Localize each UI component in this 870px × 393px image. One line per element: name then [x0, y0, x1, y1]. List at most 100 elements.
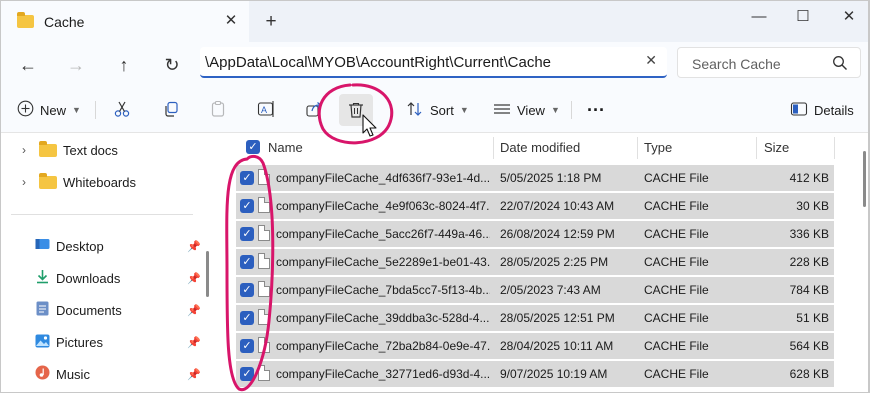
file-row[interactable]: ✓ companyFileCache_32771ed6-d93d-4... 9/…: [236, 361, 834, 387]
file-list-scrollbar[interactable]: [863, 151, 866, 207]
rename-icon: A: [257, 100, 277, 121]
file-row[interactable]: ✓ companyFileCache_5acc26f7-449a-46... 2…: [236, 221, 834, 247]
tab-cache[interactable]: Cache: [1, 1, 249, 42]
column-name[interactable]: Name: [268, 134, 303, 162]
share-button[interactable]: [305, 95, 323, 125]
folder-icon: [39, 172, 57, 189]
plus-circle-icon: [17, 100, 34, 120]
sidebar-item-documents[interactable]: Documents: [35, 295, 122, 325]
row-checkbox[interactable]: ✓: [240, 199, 254, 213]
sidebar-item-label: Pictures: [56, 334, 103, 350]
file-name: companyFileCache_5e2289e1-be01-43...: [276, 255, 490, 269]
file-icon: [258, 337, 270, 353]
rename-button[interactable]: A: [257, 95, 277, 125]
address-row: ← → ↑ ↻ \AppData\Local\MYOB\AccountRight…: [1, 42, 868, 87]
back-button[interactable]: ←: [15, 52, 41, 78]
copy-button[interactable]: [162, 95, 180, 125]
file-row[interactable]: ✓ companyFileCache_72ba2b84-0e9e-47... 2…: [236, 333, 834, 359]
file-size: 336 KB: [789, 227, 829, 241]
details-button[interactable]: Details: [790, 95, 854, 125]
clipboard-icon: [209, 100, 227, 121]
title-bar: Cache ✕ + — ☐ ✕: [1, 1, 868, 42]
navigation-pane: › Text docs › Whiteboards Desktop 📌 Down…: [1, 134, 206, 392]
paste-button[interactable]: [209, 95, 227, 125]
sidebar-item-whiteboards[interactable]: › Whiteboards: [17, 167, 136, 197]
divider: [571, 101, 572, 119]
file-size: 784 KB: [789, 283, 829, 297]
file-row[interactable]: ✓ companyFileCache_5e2289e1-be01-43... 2…: [236, 249, 834, 275]
row-checkbox[interactable]: ✓: [240, 255, 254, 269]
row-checkbox[interactable]: ✓: [240, 367, 254, 381]
new-label: New: [40, 102, 67, 118]
sidebar-item-label: Downloads: [56, 270, 121, 286]
row-checkbox[interactable]: ✓: [240, 283, 254, 297]
command-bar: New ▼ A Sort ▼ View ▼ ··· Details: [1, 87, 868, 133]
clear-address-icon[interactable]: ✕: [645, 52, 657, 69]
address-bar[interactable]: \AppData\Local\MYOB\AccountRight\Current…: [200, 47, 667, 78]
file-list: ✓ Name Date modified Type Size ✓ company…: [220, 134, 860, 392]
sidebar-item-text-docs[interactable]: › Text docs: [17, 135, 118, 165]
file-icon: [258, 309, 270, 325]
sidebar-item-music[interactable]: Music: [35, 359, 90, 389]
file-name: companyFileCache_7bda5cc7-5f13-4b...: [276, 283, 490, 297]
column-size[interactable]: Size: [764, 134, 789, 162]
cut-button[interactable]: [113, 95, 131, 125]
close-window-button[interactable]: ✕: [835, 5, 863, 29]
select-all-checkbox[interactable]: ✓: [246, 140, 260, 154]
search-icon: [832, 55, 848, 74]
file-date: 28/04/2025 10:11 AM: [500, 339, 614, 353]
file-size: 412 KB: [789, 171, 829, 185]
column-divider[interactable]: [834, 137, 835, 159]
folder-icon: [17, 12, 34, 28]
row-checkbox[interactable]: ✓: [240, 339, 254, 353]
pin-icon: 📌: [187, 369, 201, 381]
sort-button[interactable]: Sort ▼: [406, 95, 469, 125]
pin-icon: 📌: [187, 273, 201, 285]
tab-title: Cache: [44, 13, 85, 30]
file-row[interactable]: ✓ companyFileCache_39ddba3c-528d-4... 28…: [236, 305, 834, 331]
sort-icon: [406, 100, 424, 121]
delete-button[interactable]: [339, 94, 373, 126]
sidebar-item-desktop[interactable]: Desktop: [35, 231, 104, 261]
new-tab-button[interactable]: +: [260, 11, 282, 33]
file-row[interactable]: ✓ companyFileCache_4e9f063c-8024-4f7... …: [236, 193, 834, 219]
picture-icon: [35, 334, 50, 351]
view-button[interactable]: View ▼: [493, 95, 560, 125]
row-checkbox[interactable]: ✓: [240, 171, 254, 185]
column-divider[interactable]: [493, 137, 494, 159]
refresh-button[interactable]: ↻: [159, 52, 185, 78]
file-icon: [258, 281, 270, 297]
tab-close-button[interactable]: ✕: [221, 11, 241, 31]
row-checkbox[interactable]: ✓: [240, 311, 254, 325]
scissors-icon: [113, 100, 131, 121]
maximize-button[interactable]: ☐: [789, 5, 817, 29]
file-name: companyFileCache_4e9f063c-8024-4f7...: [276, 199, 490, 213]
sidebar-item-pictures[interactable]: Pictures: [35, 327, 103, 357]
column-divider[interactable]: [637, 137, 638, 159]
sidebar-item-downloads[interactable]: Downloads: [35, 263, 120, 293]
forward-button[interactable]: →: [63, 52, 89, 78]
file-row[interactable]: ✓ companyFileCache_4df636f7-93e1-4d... 5…: [236, 165, 834, 191]
download-icon: [35, 269, 50, 287]
sidebar-scrollbar[interactable]: [206, 251, 209, 297]
chevron-right-icon: ›: [22, 175, 26, 189]
new-button[interactable]: New ▼: [17, 95, 81, 125]
up-button[interactable]: ↑: [111, 52, 137, 78]
minimize-button[interactable]: —: [745, 5, 773, 29]
file-name: companyFileCache_72ba2b84-0e9e-47...: [276, 339, 490, 353]
file-date: 5/05/2025 1:18 PM: [500, 171, 602, 185]
file-name: companyFileCache_4df636f7-93e1-4d...: [276, 171, 490, 185]
search-input[interactable]: Search Cache: [677, 47, 861, 78]
column-date-modified[interactable]: Date modified: [500, 134, 580, 162]
column-type[interactable]: Type: [644, 134, 672, 162]
column-divider[interactable]: [756, 137, 757, 159]
copy-icon: [162, 100, 180, 121]
file-date: 28/05/2025 12:51 PM: [500, 311, 615, 325]
file-name: companyFileCache_39ddba3c-528d-4...: [276, 311, 490, 325]
file-row[interactable]: ✓ companyFileCache_7bda5cc7-5f13-4b... 2…: [236, 277, 834, 303]
more-options-button[interactable]: ···: [587, 95, 605, 125]
folder-icon: [39, 140, 57, 157]
pin-icon: 📌: [187, 305, 201, 317]
row-checkbox[interactable]: ✓: [240, 227, 254, 241]
view-label: View: [517, 102, 545, 118]
